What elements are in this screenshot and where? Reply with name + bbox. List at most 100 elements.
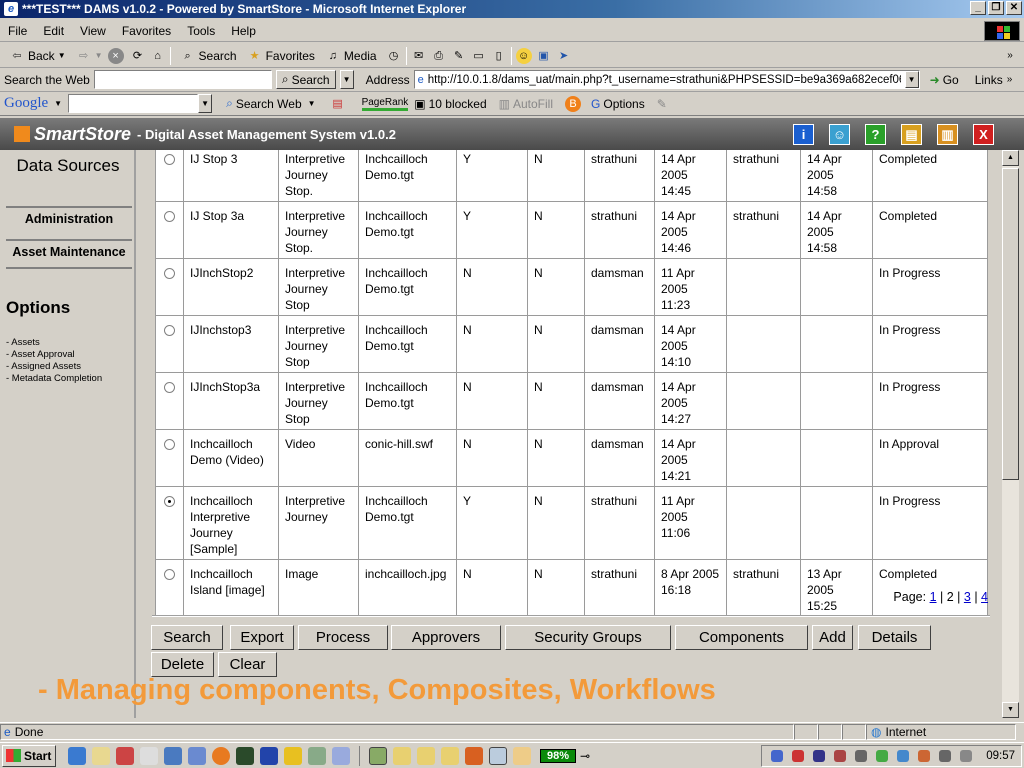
row-radio-button[interactable] [164,268,175,279]
menu-tools[interactable]: Tools [179,24,223,38]
forward-button[interactable]: ⇨ ▼ [71,48,108,64]
autofill-button[interactable]: ▥ AutoFill [499,97,553,111]
favorites-button[interactable]: ★ Favorites [242,48,320,64]
tray-icon[interactable] [918,750,931,762]
computer-icon[interactable]: ▣ [536,48,552,64]
tray-icon[interactable] [855,750,868,762]
table-row[interactable]: Inchcailloch Island [image] Image inchcail… [155,559,988,617]
tray-icon[interactable] [960,750,973,762]
go-button[interactable]: ➜ Go [924,70,965,89]
search-button[interactable]: Search [151,625,223,650]
task-window-icon[interactable] [369,746,387,765]
tray-icon[interactable] [897,750,910,762]
edit-icon[interactable]: ✎ [451,48,467,64]
row-radio-button[interactable] [164,496,175,507]
tray-icon[interactable] [792,750,805,762]
table-row[interactable]: IJInchStop2 Interpretive Journey Stop Inch… [155,258,988,316]
data-sources-heading[interactable]: Data Sources [0,156,136,176]
process-button[interactable]: Process [298,625,388,650]
home-icon[interactable]: ⌂ [150,48,166,64]
nav-administration[interactable]: Administration [6,206,132,226]
google-search-input[interactable] [68,94,199,113]
row-radio-button[interactable] [164,382,175,393]
close-icon[interactable]: X [973,124,994,145]
links-chevron-icon[interactable]: » [1007,74,1013,85]
page-link-4[interactable]: 4 [981,590,988,604]
media-button[interactable]: ♫ Media [320,48,382,64]
table-row[interactable]: IJ Stop 3 Interpretive Journey Stop. Inchc… [155,150,988,202]
mail-icon[interactable]: ✉ [411,48,427,64]
table-row[interactable]: IJInchStop3a Interpretive Journey Stop Inc… [155,372,988,430]
option-assets[interactable]: - Assets [6,337,102,349]
page-link-1[interactable]: 1 [930,590,937,604]
links-label[interactable]: Links [975,73,1003,87]
folder-window-icon[interactable] [441,746,459,765]
app-quicklaunch-icon[interactable] [116,746,134,765]
minimize-button[interactable]: _ [970,1,986,15]
approvers-button[interactable]: Approvers [391,625,501,650]
app-quicklaunch-icon[interactable] [236,746,254,765]
refresh-icon[interactable]: ⟳ [130,48,146,64]
row-radio-button[interactable] [164,211,175,222]
security-groups-button[interactable]: Security Groups [505,625,671,650]
chevron-down-icon[interactable]: ▼ [308,99,316,108]
scroll-down-arrow-icon[interactable]: ▼ [1002,702,1019,718]
task-window-icon[interactable] [465,746,483,765]
discuss-icon[interactable]: ▭ [471,48,487,64]
cursor-icon[interactable]: ➤ [556,48,572,64]
close-button[interactable]: ✕ [1006,1,1022,15]
messenger-icon[interactable]: ☺ [515,47,532,64]
row-radio-button[interactable] [164,569,175,580]
window-titlebar[interactable]: e ***TEST*** DAMS v1.0.2 - Powered by Sm… [0,0,1024,18]
info-icon[interactable]: i [793,124,814,145]
pagerank-label[interactable]: PageRank [361,97,409,111]
maximize-button[interactable]: ❐ [988,1,1004,15]
row-radio-button[interactable] [164,154,175,165]
page-scrollbar[interactable]: ▲ ▼ [1002,150,1019,718]
scroll-thumb[interactable] [1002,168,1019,480]
page-link-3[interactable]: 3 [964,590,971,604]
menu-view[interactable]: View [72,24,114,38]
app-quicklaunch-icon[interactable] [332,746,350,765]
battery-indicator[interactable]: 98% [540,748,577,763]
add-button[interactable]: Add [812,625,853,650]
folder-window-icon[interactable] [393,746,411,765]
book-icon[interactable]: ▥ [937,124,958,145]
menu-edit[interactable]: Edit [35,24,72,38]
highlight-icon[interactable]: ✎ [657,97,667,111]
app-quicklaunch-icon[interactable] [140,746,158,765]
export-button[interactable]: Export [230,625,294,650]
task-window-icon[interactable] [513,746,531,765]
search-web-dropdown[interactable]: ▼ [339,70,354,89]
start-button[interactable]: Start [2,744,56,767]
address-input[interactable]: e http://10.0.1.8/dams_uat/main.php?t_us… [413,70,920,89]
firefox-quicklaunch-icon[interactable] [212,746,230,765]
history-icon[interactable]: ◷ [386,48,402,64]
stop-icon[interactable]: × [107,47,124,64]
options-button[interactable]: G Options [591,97,645,111]
menu-file[interactable]: File [0,24,35,38]
print-icon[interactable]: ⎙ [431,48,447,64]
option-asset-approval[interactable]: - Asset Approval [6,349,102,361]
app-quicklaunch-icon[interactable] [260,746,278,765]
table-row[interactable]: Inchcailloch Interpretive Journey [Sampl… [155,486,988,560]
search-web-button[interactable]: ⌕ Search Web [226,96,302,111]
tray-icon[interactable] [771,750,784,762]
search-web-input[interactable] [93,70,272,89]
table-row[interactable]: Inchcailloch Demo (Video) Video conic-hill… [155,429,988,487]
tray-icon[interactable] [939,750,952,762]
toolbar-chevron-icon[interactable]: » [1002,48,1018,64]
row-radio-button[interactable] [164,439,175,450]
search-button[interactable]: ⌕ Search [175,48,242,64]
tray-icon[interactable] [813,750,826,762]
folder-window-icon[interactable] [417,746,435,765]
table-row[interactable]: IJ Stop 3a Interpretive Journey Stop. Inch… [155,201,988,259]
menu-help[interactable]: Help [223,24,264,38]
scroll-up-arrow-icon[interactable]: ▲ [1002,150,1019,166]
ie-window-icon[interactable] [489,746,507,765]
app-quicklaunch-icon[interactable] [308,746,326,765]
table-row[interactable]: IJInchstop3 Interpretive Journey Stop Inch… [155,315,988,373]
blogger-icon[interactable]: B [565,95,582,112]
help-icon[interactable]: ? [865,124,886,145]
address-dropdown[interactable]: ▼ [904,71,919,88]
